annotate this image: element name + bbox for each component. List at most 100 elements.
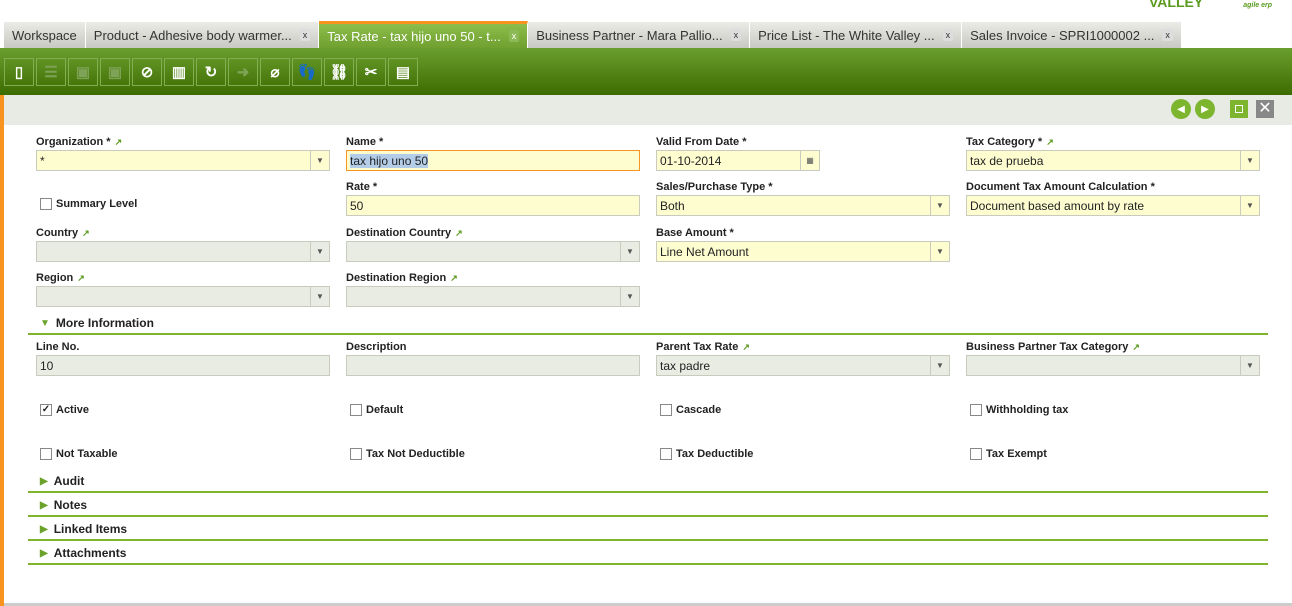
tax-not-deductible-checkbox[interactable]: Tax Not Deductible <box>350 448 465 460</box>
checkbox[interactable]: ✓ <box>40 404 52 416</box>
refresh-icon[interactable]: ↻ <box>196 57 226 86</box>
summary-level-checkbox[interactable]: Summary Level <box>40 198 137 210</box>
delete-icon[interactable]: ▥ <box>164 57 194 86</box>
checkbox[interactable] <box>350 404 362 416</box>
link-arrow-icon[interactable]: ↗ <box>450 273 458 283</box>
rate-input[interactable]: 50 <box>346 195 640 216</box>
description-input[interactable] <box>346 355 640 376</box>
cascade-checkbox[interactable]: Cascade <box>660 404 721 416</box>
section-title: Notes <box>53 498 88 512</box>
link-arrow-icon[interactable]: ↗ <box>115 137 123 147</box>
undo-icon[interactable]: ⊘ <box>132 57 162 86</box>
link-arrow-icon[interactable]: ↗ <box>742 342 750 352</box>
label: Valid From Date * <box>656 136 747 148</box>
previous-record-icon[interactable]: ◀ <box>1171 99 1191 119</box>
chevron-down-icon[interactable]: ▼ <box>310 287 329 306</box>
tax-category-select[interactable]: tax de prueba ▼ <box>966 150 1260 171</box>
checkbox[interactable] <box>40 198 52 210</box>
link-arrow-icon[interactable]: ↗ <box>82 228 90 238</box>
chevron-down-icon[interactable]: ▼ <box>1240 196 1259 215</box>
destination-region-select[interactable]: ▼ <box>346 286 640 307</box>
chevron-down-icon[interactable]: ▼ <box>1240 356 1259 375</box>
link-arrow-icon[interactable]: ↗ <box>455 228 463 238</box>
next-record-icon[interactable]: ▶ <box>1195 99 1215 119</box>
tab-label: Sales Invoice - SPRI1000002 ... <box>970 27 1155 43</box>
close-icon[interactable]: x <box>730 29 742 41</box>
link-arrow-icon[interactable]: ↗ <box>1046 137 1054 147</box>
label: Description <box>346 341 407 353</box>
default-checkbox[interactable]: Default <box>350 404 403 416</box>
checkbox[interactable] <box>660 404 672 416</box>
close-form-icon[interactable]: ✕ <box>1256 100 1274 118</box>
tax-exempt-checkbox[interactable]: Tax Exempt <box>970 448 1047 460</box>
chevron-down-icon[interactable]: ▼ <box>310 242 329 261</box>
country-select[interactable]: ▼ <box>36 241 330 262</box>
label: Country <box>36 227 79 239</box>
line-no-input[interactable]: 10 <box>36 355 330 376</box>
not-taxable-checkbox[interactable]: Not Taxable <box>40 448 118 460</box>
chevron-down-icon[interactable]: ▼ <box>1240 151 1259 170</box>
label: Rate * <box>346 181 378 193</box>
tab-tax-rate[interactable]: Tax Rate - tax hijo uno 50 - t... x <box>319 21 529 48</box>
label: Name * <box>346 136 384 148</box>
chevron-down-icon[interactable]: ▼ <box>620 287 639 306</box>
tab-label: Workspace <box>12 27 77 43</box>
close-icon[interactable]: x <box>942 29 954 41</box>
audit-section[interactable]: ▶ Audit <box>28 471 1268 493</box>
save-close-icon[interactable]: ▣ <box>100 57 130 86</box>
valid-from-input[interactable]: 01-10-2014 ▦ <box>656 150 820 171</box>
toolbar: ▯ ☰ ▣ ▣ ⊘ ▥ ↻ ➜ ⌀ 👣 ⛓ ✂ ▤ <box>0 48 1292 95</box>
customize-icon[interactable]: ✂ <box>356 57 386 86</box>
chevron-down-icon[interactable]: ▼ <box>930 356 949 375</box>
doc-tax-calc-select[interactable]: Document based amount by rate ▼ <box>966 195 1260 216</box>
maximize-icon[interactable] <box>1230 100 1248 118</box>
tab-workspace[interactable]: Workspace <box>4 22 86 48</box>
region-select[interactable]: ▼ <box>36 286 330 307</box>
label: Sales/Purchase Type * <box>656 181 773 193</box>
link-arrow-icon[interactable]: ↗ <box>77 273 85 283</box>
link-icon[interactable]: ⛓ <box>324 57 354 86</box>
close-icon[interactable]: x <box>508 30 520 42</box>
tab-price-list[interactable]: Price List - The White Valley ... x <box>750 22 963 48</box>
calendar-icon[interactable]: ▦ <box>800 151 819 170</box>
withholding-tax-checkbox[interactable]: Withholding tax <box>970 404 1068 416</box>
label: Destination Region <box>346 272 447 284</box>
attach-icon[interactable]: ⌀ <box>260 57 290 86</box>
active-checkbox[interactable]: ✓ Active <box>40 404 89 416</box>
new-row-icon[interactable]: ☰ <box>36 57 66 86</box>
organization-select[interactable]: * ▼ <box>36 150 330 171</box>
checkbox[interactable] <box>660 448 672 460</box>
link-arrow-icon[interactable]: ↗ <box>1132 342 1140 352</box>
parent-tax-rate-select[interactable]: tax padre ▼ <box>656 355 950 376</box>
bp-tax-category-select[interactable]: ▼ <box>966 355 1260 376</box>
close-icon[interactable]: x <box>299 29 311 41</box>
chevron-down-icon[interactable]: ▼ <box>930 196 949 215</box>
tab-sales-invoice[interactable]: Sales Invoice - SPRI1000002 ... x <box>962 22 1182 48</box>
linked-items-section[interactable]: ▶ Linked Items <box>28 519 1268 541</box>
export-icon[interactable]: ➜ <box>228 57 258 86</box>
toggle-view-icon[interactable]: ▤ <box>388 57 418 86</box>
attachments-section[interactable]: ▶ Attachments <box>28 543 1268 565</box>
name-input[interactable]: tax hijo uno 50 <box>346 150 640 171</box>
notes-section[interactable]: ▶ Notes <box>28 495 1268 517</box>
tab-business-partner[interactable]: Business Partner - Mara Pallio... x <box>528 22 751 48</box>
audit-trail-icon[interactable]: 👣 <box>292 57 322 86</box>
checkbox[interactable] <box>40 448 52 460</box>
close-icon[interactable]: x <box>1162 29 1173 41</box>
save-icon[interactable]: ▣ <box>68 57 98 86</box>
chevron-down-icon[interactable]: ▼ <box>310 151 329 170</box>
base-amount-select[interactable]: Line Net Amount ▼ <box>656 241 950 262</box>
checkbox[interactable] <box>970 448 982 460</box>
tab-product[interactable]: Product - Adhesive body warmer... x <box>85 22 320 48</box>
chevron-down-icon[interactable]: ▼ <box>930 242 949 261</box>
checkbox[interactable] <box>350 448 362 460</box>
more-information-section[interactable]: ▼ More Information <box>28 313 1268 335</box>
tab-label: Product - Adhesive body warmer... <box>93 27 292 43</box>
sales-purchase-select[interactable]: Both ▼ <box>656 195 950 216</box>
name-field: Name * tax hijo uno 50 <box>346 136 640 171</box>
checkbox[interactable] <box>970 404 982 416</box>
new-document-icon[interactable]: ▯ <box>4 57 34 86</box>
destination-country-select[interactable]: ▼ <box>346 241 640 262</box>
chevron-down-icon[interactable]: ▼ <box>620 242 639 261</box>
tax-deductible-checkbox[interactable]: Tax Deductible <box>660 448 753 460</box>
